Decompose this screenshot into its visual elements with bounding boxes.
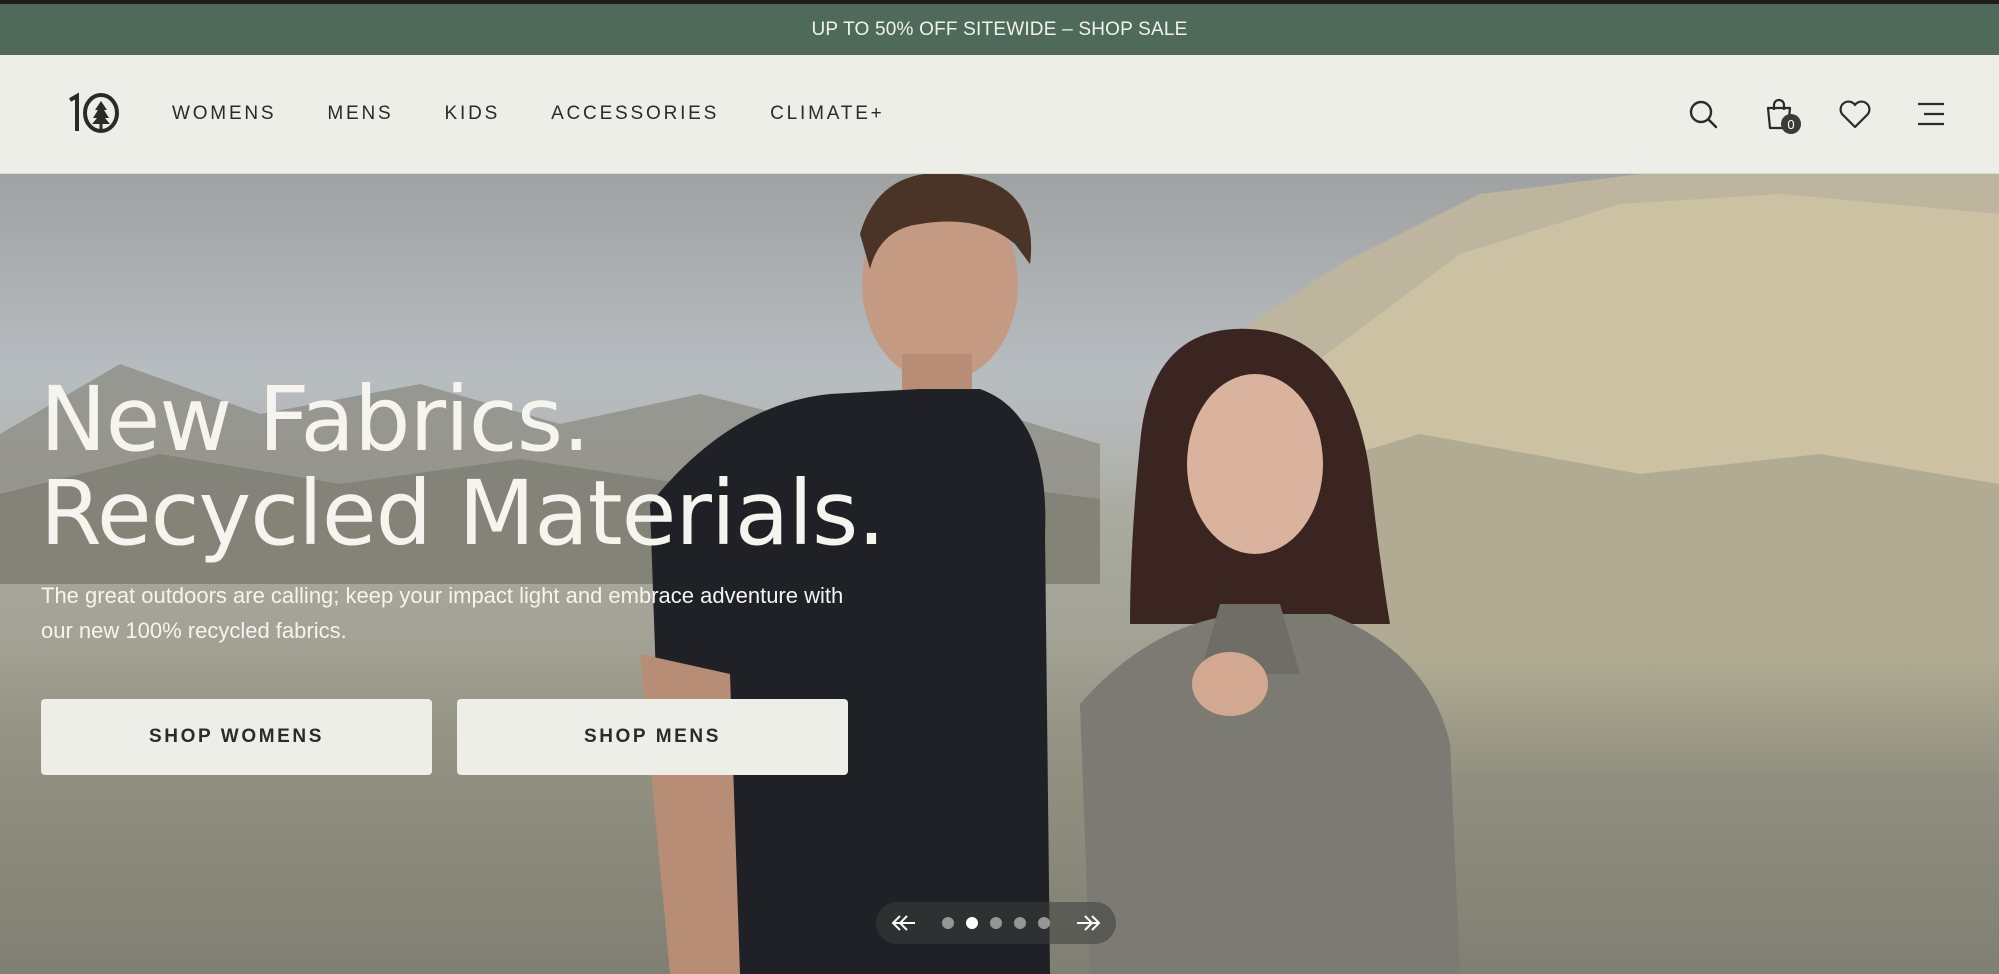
hero-banner: New Fabrics. Recycled Materials. The gre…	[0, 174, 1999, 974]
carousel-dot[interactable]	[942, 917, 954, 929]
hero-headline-line2: Recycled Materials.	[40, 461, 886, 565]
carousel-dot[interactable]	[966, 917, 978, 929]
site-header: WOMENS MENS KIDS ACCESSORIES CLIMATE+ 0	[0, 55, 1999, 174]
nav-accessories[interactable]: ACCESSORIES	[551, 103, 719, 125]
wishlist-button[interactable]	[1835, 94, 1875, 134]
main-nav: WOMENS MENS KIDS ACCESSORIES CLIMATE+	[172, 55, 936, 173]
arrow-right-icon	[1077, 915, 1101, 931]
female-model-photo	[1080, 328, 1460, 974]
hero-headline-line1: New Fabrics.	[40, 367, 590, 471]
carousel-dot[interactable]	[1038, 917, 1050, 929]
arrow-left-icon	[891, 915, 915, 931]
heart-icon	[1839, 100, 1871, 129]
nav-mens[interactable]: MENS	[327, 103, 393, 125]
carousel-dot[interactable]	[990, 917, 1002, 929]
shop-mens-button[interactable]: SHOP MENS	[457, 699, 848, 775]
nav-climate-plus[interactable]: CLIMATE+	[770, 103, 884, 125]
search-icon	[1689, 100, 1718, 129]
carousel-next-button[interactable]	[1074, 913, 1102, 933]
tree-logo-icon	[69, 92, 119, 133]
carousel-dots	[936, 917, 1056, 929]
cart-count-badge: 0	[1781, 114, 1801, 134]
hero-headline: New Fabrics. Recycled Materials.	[40, 367, 886, 565]
male-model-photo	[640, 174, 1050, 974]
promo-link[interactable]: UP TO 50% OFF SITEWIDE – SHOP SALE	[811, 19, 1187, 41]
nav-kids[interactable]: KIDS	[445, 103, 501, 125]
carousel-prev-button[interactable]	[890, 913, 918, 933]
header-actions: 0	[1647, 55, 1951, 173]
search-button[interactable]	[1683, 94, 1723, 134]
promo-banner[interactable]: UP TO 50% OFF SITEWIDE – SHOP SALE	[0, 4, 1999, 55]
brand-logo[interactable]	[66, 91, 124, 135]
carousel-controls	[876, 902, 1116, 944]
menu-icon	[1918, 102, 1944, 126]
carousel-dot[interactable]	[1014, 917, 1026, 929]
nav-womens[interactable]: WOMENS	[172, 103, 276, 125]
hero-subtext: The great outdoors are calling; keep you…	[41, 583, 844, 643]
shop-womens-button[interactable]: SHOP WOMENS	[41, 699, 432, 775]
cart-button[interactable]: 0	[1759, 94, 1801, 134]
menu-button[interactable]	[1911, 94, 1951, 134]
